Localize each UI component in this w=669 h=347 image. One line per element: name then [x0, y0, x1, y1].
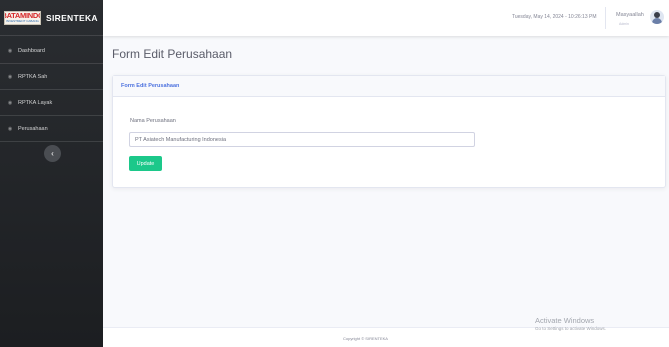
sidebar-item-perusahaan[interactable]: ◉ Perusahaan [0, 116, 103, 142]
user-name[interactable]: Masyaallah [616, 12, 644, 18]
sidebar-item-rptka-layak[interactable]: ◉ RPTKA Layak [0, 90, 103, 116]
topbar: Tuesday, May 14, 2024 - 10:26:13 PM Masy… [103, 0, 669, 36]
company-name-input[interactable] [129, 132, 475, 147]
sidebar-nav: ◉ Dashboard ◉ RPTKA Sah ◉ RPTKA Layak ◉ … [0, 38, 103, 142]
sidebar-item-dashboard[interactable]: ◉ Dashboard [0, 38, 103, 64]
brand-app-name: SIRENTEKA [46, 12, 98, 23]
sidebar-item-label: Perusahaan [18, 125, 48, 132]
activate-windows-watermark: Activate Windows Go to Settings to activ… [535, 316, 606, 331]
sidebar-brand[interactable]: BATAMINDO INVESTMENT CABANG SIRENTEKA [0, 0, 103, 36]
chevron-left-icon: ‹ [51, 149, 54, 158]
watermark-subtitle: Go to Settings to activate Windows. [535, 326, 607, 331]
card-header-title: Form Edit Perusahaan [121, 83, 180, 89]
dashboard-icon: ◉ [7, 47, 13, 54]
update-button[interactable]: Update [129, 156, 162, 171]
document-icon: ◉ [7, 73, 13, 80]
company-name-label: Nama Perusahaan [130, 118, 176, 124]
avatar-body [652, 18, 662, 24]
avatar[interactable] [650, 10, 664, 24]
footer-copyright: Copyright © SIRENTEKA [343, 336, 388, 341]
sidebar-item-rptka-sah[interactable]: ◉ RPTKA Sah [0, 64, 103, 90]
brand-logo-subtext: INVESTMENT CABANG [6, 19, 39, 23]
page-title: Form Edit Perusahaan [112, 47, 233, 61]
watermark-title: Activate Windows [535, 316, 595, 325]
sidebar: BATAMINDO INVESTMENT CABANG SIRENTEKA ◉ … [0, 0, 103, 347]
topbar-datetime: Tuesday, May 14, 2024 - 10:26:13 PM [512, 14, 597, 20]
edit-company-card: Form Edit Perusahaan Nama Perusahaan Upd… [112, 75, 666, 188]
sidebar-toggle-button[interactable]: ‹ [44, 145, 61, 162]
user-role: Admin [619, 22, 629, 26]
building-icon: ◉ [7, 125, 13, 132]
document-icon: ◉ [7, 99, 13, 106]
card-header: Form Edit Perusahaan [113, 76, 665, 97]
brand-logo: BATAMINDO INVESTMENT CABANG [4, 10, 41, 25]
topbar-divider [605, 7, 606, 29]
sidebar-item-label: RPTKA Sah [18, 73, 48, 80]
sidebar-item-label: RPTKA Layak [18, 99, 53, 106]
sidebar-item-label: Dashboard [18, 47, 45, 54]
